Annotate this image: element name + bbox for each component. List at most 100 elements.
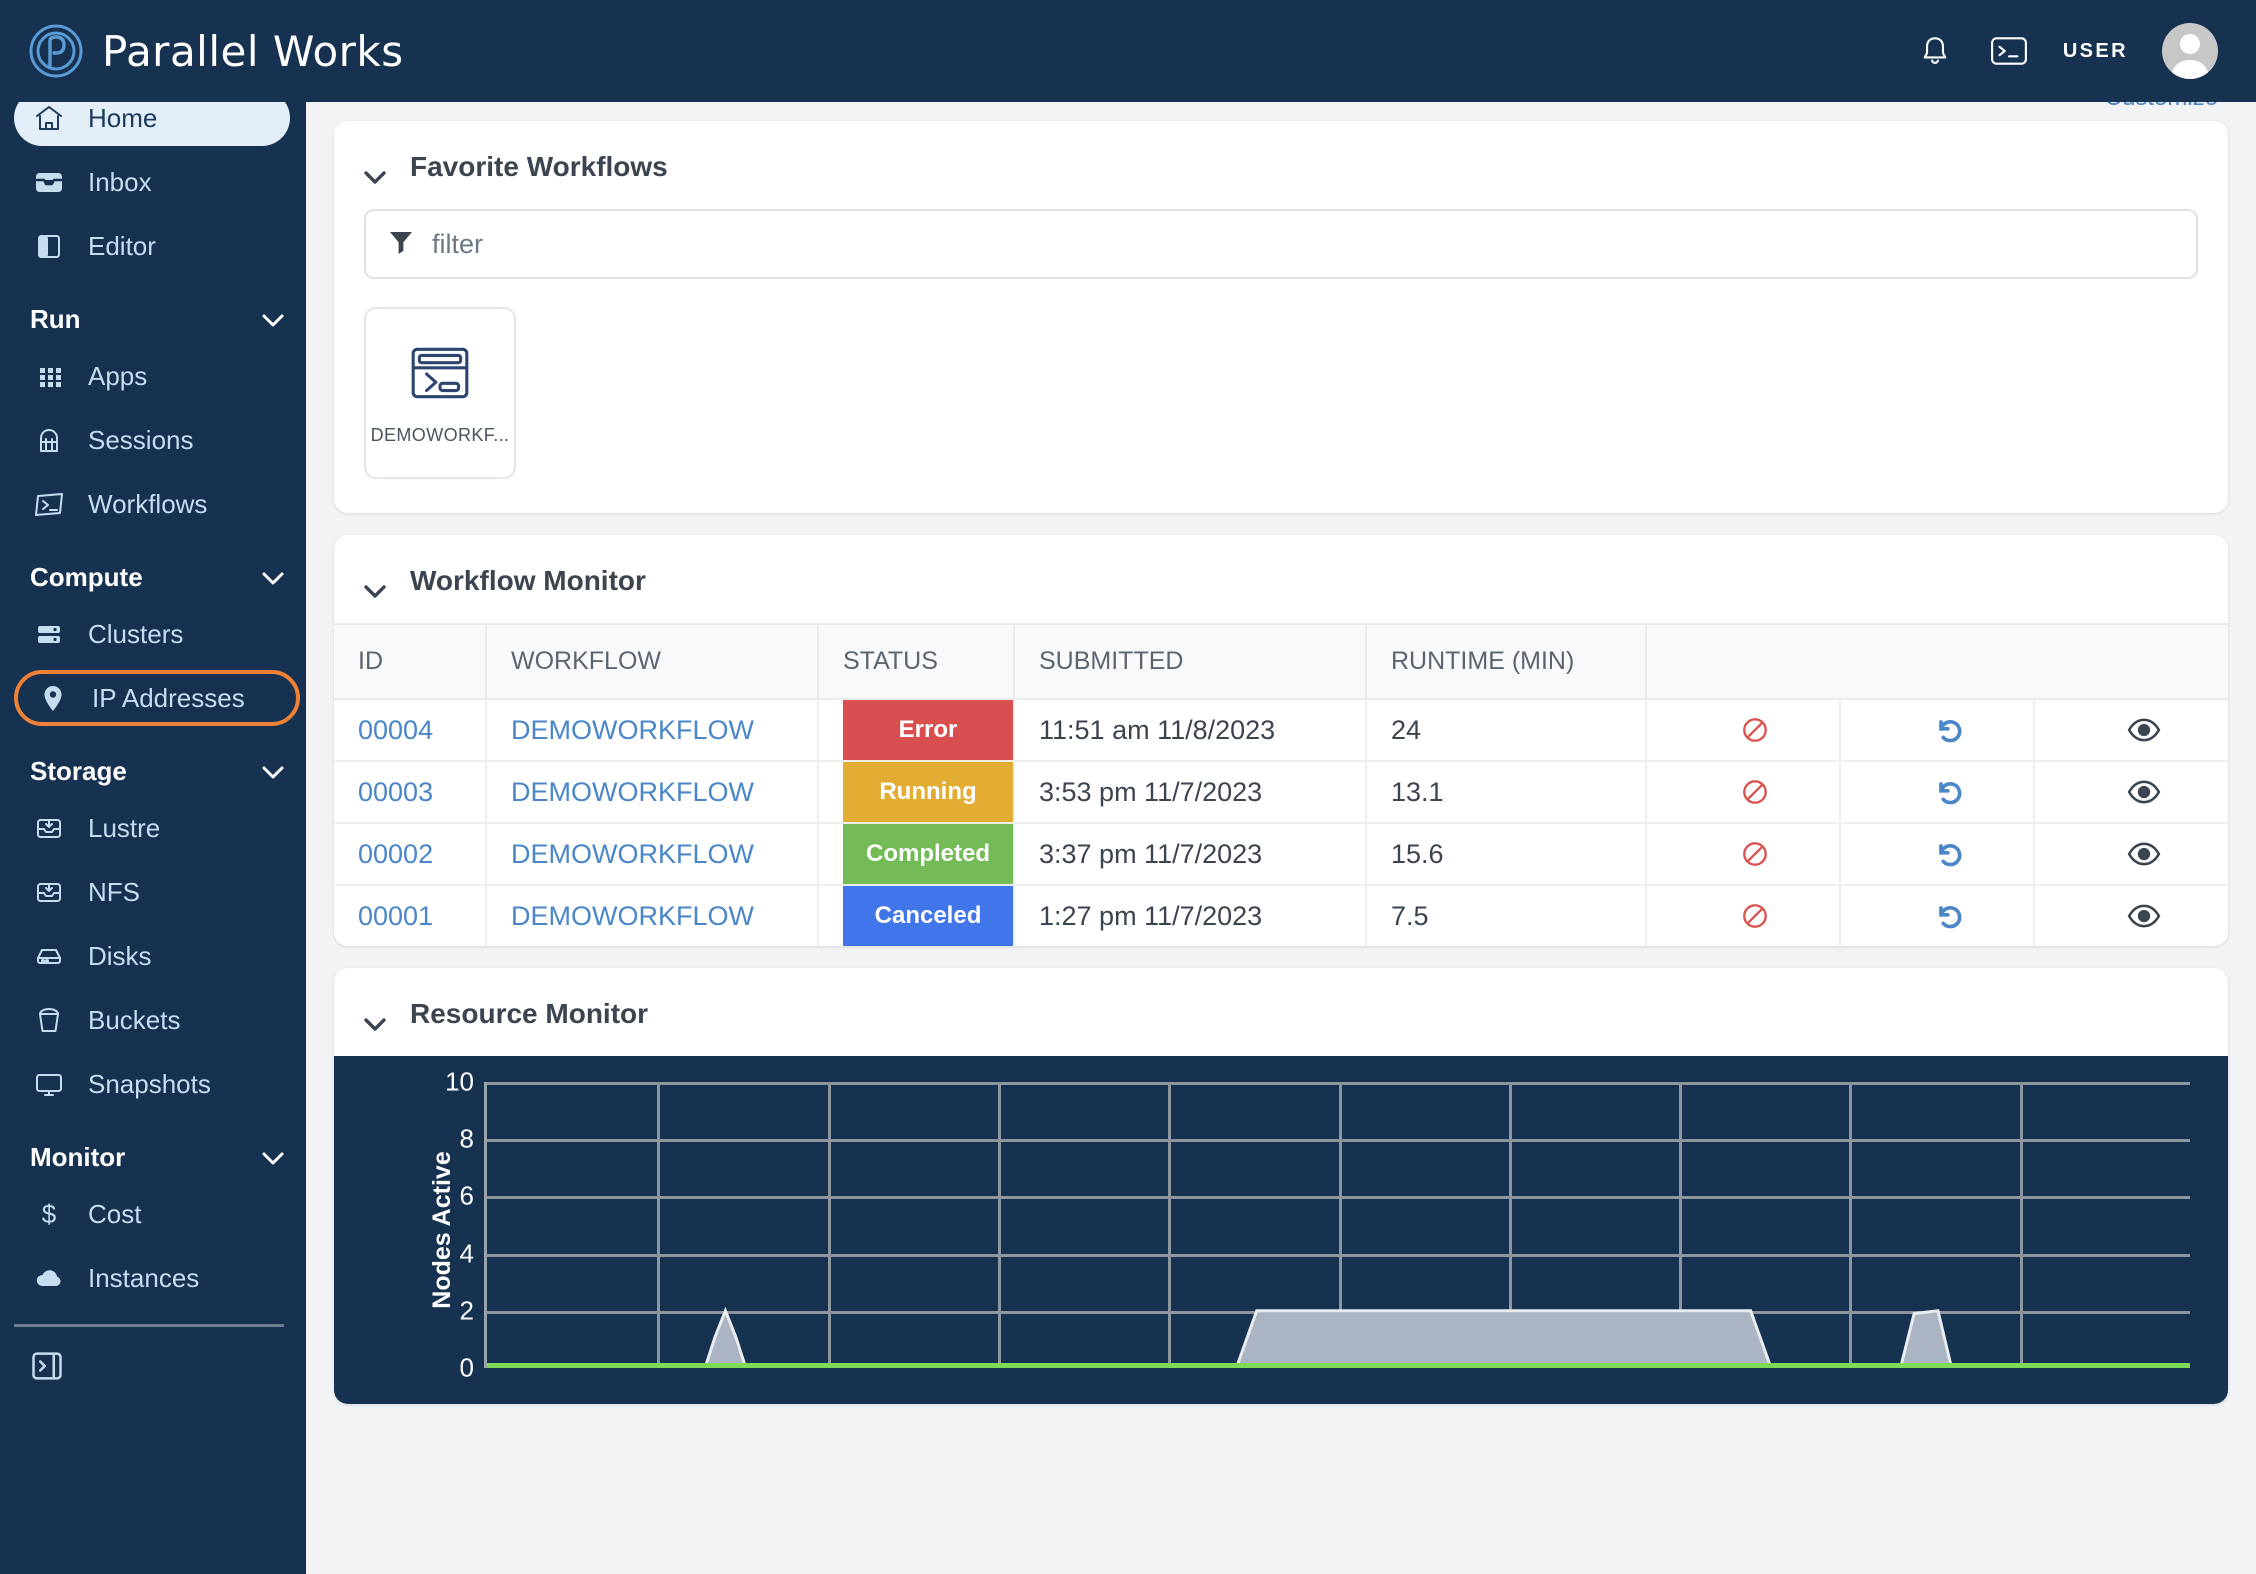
sidebar-item-instances[interactable]: Instances	[14, 1250, 290, 1306]
sidebar-group-run[interactable]: Run	[30, 290, 284, 348]
top-bar: Parallel Works USER	[0, 0, 2256, 102]
col-workflow[interactable]: WORKFLOW	[486, 623, 819, 700]
sidebar-item-label: Buckets	[88, 1005, 181, 1035]
sidebar-item-disks[interactable]: Disks	[14, 928, 290, 984]
cell-action-view	[2034, 885, 2228, 946]
workflow-terminal-icon	[407, 340, 473, 411]
resource-monitor-header[interactable]: Resource Monitor	[334, 968, 2228, 1056]
cell-action-restart	[1840, 699, 2035, 762]
favorite-workflows-title: Favorite Workflows	[410, 151, 668, 182]
restart-icon[interactable]	[1865, 886, 2033, 946]
col-submitted[interactable]: SUBMITTED	[1014, 623, 1367, 700]
status-badge: Completed	[843, 824, 1013, 884]
status-badge: Canceled	[843, 886, 1013, 946]
chevron-down-icon[interactable]	[262, 756, 284, 787]
table-row[interactable]: 00001 DEMOWORKFLOW Canceled 1:27 pm 11/7/20…	[334, 885, 2228, 946]
sidebar-group-storage[interactable]: Storage	[30, 742, 284, 800]
cancel-icon[interactable]	[1671, 700, 1839, 760]
eye-icon[interactable]	[2059, 824, 2228, 884]
filter-box[interactable]	[364, 209, 2198, 279]
cancel-icon[interactable]	[1671, 886, 1839, 946]
workflow-tile[interactable]: DEMOWORKF...	[364, 307, 516, 479]
table-row[interactable]: 00002 DEMOWORKFLOW Completed 3:37 pm 11/7/2…	[334, 823, 2228, 886]
chart-y-tick: 6	[459, 1180, 474, 1211]
cell-runtime: 24	[1366, 699, 1647, 762]
server-icon	[32, 617, 66, 651]
sidebar-item-clusters[interactable]: Clusters	[14, 606, 290, 662]
sidebar-group-label: Compute	[30, 561, 143, 592]
col-status[interactable]: STATUS	[818, 623, 1015, 700]
file-tray-icon	[32, 811, 66, 845]
chevron-down-icon[interactable]	[262, 304, 284, 335]
sidebar-group-monitor[interactable]: Monitor	[30, 1128, 284, 1186]
table-row[interactable]: 00003 DEMOWORKFLOW Running 3:53 pm 11/7/202…	[334, 761, 2228, 824]
bucket-icon	[32, 1003, 66, 1037]
sidebar-item-nfs[interactable]: NFS	[14, 864, 290, 920]
chevron-down-icon[interactable]	[262, 562, 284, 593]
chevron-down-icon[interactable]	[262, 1142, 284, 1173]
sidebar-item-inbox[interactable]: Inbox	[14, 154, 290, 210]
sidebar: Home Inbox Editor Run Apps Sessions Workflows…	[0, 70, 306, 1574]
sessions-icon	[32, 423, 66, 457]
sidebar-item-buckets[interactable]: Buckets	[14, 992, 290, 1048]
workflow-id-link[interactable]: 00001	[358, 901, 433, 931]
sidebar-item-sessions[interactable]: Sessions	[14, 412, 290, 468]
sidebar-primary-items: Home Inbox Editor	[0, 90, 306, 274]
eye-icon[interactable]	[2059, 762, 2228, 822]
cell-action-view	[2034, 699, 2228, 762]
apps-grid-icon	[32, 359, 66, 393]
workflow-id-link[interactable]: 00003	[358, 777, 433, 807]
restart-icon[interactable]	[1865, 700, 2033, 760]
sidebar-item-label: Workflows	[88, 489, 208, 519]
eye-icon[interactable]	[2059, 886, 2228, 946]
status-badge: Error	[843, 700, 1013, 760]
eye-icon[interactable]	[2059, 700, 2228, 760]
chart-plot-area	[484, 1082, 2190, 1368]
table-row[interactable]: 00004 DEMOWORKFLOW Error 11:51 am 11/8/2023…	[334, 699, 2228, 762]
sidebar-item-apps[interactable]: Apps	[14, 348, 290, 404]
chart-y-ticks: 0 2 4 6 8 10	[394, 1067, 474, 1383]
brand-name: Parallel Works	[102, 26, 404, 76]
favorite-workflows-header[interactable]: Favorite Workflows	[334, 121, 2228, 209]
cancel-icon[interactable]	[1671, 824, 1839, 884]
sidebar-item-label: IP Addresses	[92, 683, 245, 713]
sidebar-item-lustre[interactable]: Lustre	[14, 800, 290, 856]
workflow-name-link[interactable]: DEMOWORKFLOW	[511, 715, 754, 745]
sidebar-item-label: Cost	[88, 1199, 142, 1229]
cancel-icon[interactable]	[1671, 762, 1839, 822]
col-runtime[interactable]: RUNTIME (MIN)	[1366, 623, 1647, 700]
restart-icon[interactable]	[1865, 824, 2033, 884]
brand[interactable]: Parallel Works	[0, 23, 404, 79]
workflow-monitor-header[interactable]: Workflow Monitor	[334, 535, 2228, 623]
workflow-name-link[interactable]: DEMOWORKFLOW	[511, 839, 754, 869]
sidebar-item-workflows[interactable]: Workflows	[14, 476, 290, 532]
workflow-id-link[interactable]: 00004	[358, 715, 433, 745]
chart-y-tick: 10	[445, 1066, 474, 1097]
avatar[interactable]	[2162, 23, 2218, 79]
workflow-name-link[interactable]: DEMOWORKFLOW	[511, 777, 754, 807]
terminal-icon[interactable]	[1989, 31, 2029, 71]
user-label: USER	[2062, 39, 2128, 62]
bell-icon[interactable]	[1915, 31, 1955, 71]
workflow-name-link[interactable]: DEMOWORKFLOW	[511, 901, 754, 931]
filter-input[interactable]	[432, 228, 2174, 260]
cell-runtime: 13.1	[1366, 761, 1647, 824]
resource-monitor-card: Resource Monitor Nodes Active 0 2 4 6 8 10	[334, 968, 2228, 1404]
sidebar-item-label: Editor	[88, 231, 156, 261]
cell-status: Canceled	[818, 885, 1015, 946]
favorite-workflows-card: Favorite Workflows DEMOWORKF...	[334, 121, 2228, 513]
cell-action-restart	[1840, 885, 2035, 946]
sidebar-item-ip-addresses[interactable]: IP Addresses	[14, 670, 300, 726]
sidebar-item-cost[interactable]: $ Cost	[14, 1186, 290, 1242]
cell-workflow: DEMOWORKFLOW	[486, 823, 819, 886]
workflow-id-link[interactable]: 00002	[358, 839, 433, 869]
sidebar-item-editor[interactable]: Editor	[14, 218, 290, 274]
col-id[interactable]: ID	[334, 623, 487, 700]
sidebar-collapse-icon[interactable]	[28, 1347, 66, 1385]
restart-icon[interactable]	[1865, 762, 2033, 822]
sidebar-group-compute[interactable]: Compute	[30, 548, 284, 606]
chart-y-tick: 0	[459, 1352, 474, 1383]
sidebar-item-snapshots[interactable]: Snapshots	[14, 1056, 290, 1112]
status-badge: Running	[843, 762, 1013, 822]
cell-runtime: 15.6	[1366, 823, 1647, 886]
